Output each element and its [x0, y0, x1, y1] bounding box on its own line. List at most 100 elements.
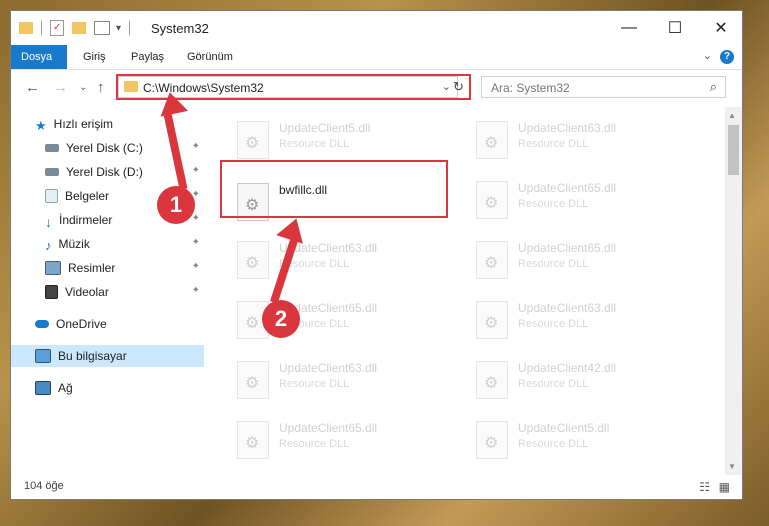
- file-item[interactable]: UpdateClient63.dll Resource DLL: [470, 111, 690, 161]
- sidebar-item-label: Müzik: [58, 237, 90, 251]
- window-title: System32: [151, 21, 209, 36]
- pin-icon[interactable]: ✦: [192, 165, 200, 176]
- minimize-button[interactable]: —: [606, 11, 652, 45]
- video-icon: [45, 285, 58, 299]
- pin-icon[interactable]: ✦: [192, 261, 200, 272]
- file-type: Resource DLL: [279, 138, 350, 150]
- file-item[interactable]: UpdateClient42.dll Resource DLL: [470, 351, 690, 401]
- file-name: UpdateClient42.dll: [518, 361, 617, 375]
- expand-ribbon-icon[interactable]: ⌄: [703, 49, 712, 62]
- drive-icon: [45, 144, 59, 152]
- pin-icon[interactable]: ✦: [192, 213, 200, 224]
- file-name: UpdateClient65.dll: [518, 181, 617, 195]
- sidebar-item-label: Resimler: [68, 261, 116, 275]
- sidebar-item-label: Videolar: [65, 285, 109, 299]
- file-type: Resource DLL: [518, 198, 589, 210]
- pin-icon[interactable]: ✦: [192, 285, 200, 296]
- help-icon[interactable]: ?: [720, 50, 734, 64]
- pictures-icon: [45, 261, 61, 275]
- separator: [41, 21, 42, 35]
- quick-access-toolbar: ✓ ▾: [19, 20, 131, 36]
- file-item[interactable]: UpdateClient5.dll Resource DLL: [231, 111, 451, 161]
- file-item[interactable]: UpdateClient65.dll Resource DLL: [470, 231, 690, 281]
- maximize-button[interactable]: ☐: [652, 11, 698, 45]
- forward-button[interactable]: →: [53, 79, 68, 96]
- search-icon[interactable]: ⌕: [710, 79, 717, 95]
- tab-paylas[interactable]: Paylaş: [121, 45, 174, 69]
- back-button[interactable]: ←: [25, 79, 40, 96]
- scroll-thumb[interactable]: [728, 125, 739, 175]
- dll-file-icon: [476, 121, 508, 159]
- pin-icon[interactable]: ✦: [192, 237, 200, 248]
- file-name: UpdateClient63.dll: [279, 361, 378, 375]
- customize-qa-icon[interactable]: ▾: [116, 23, 121, 34]
- ribbon-tabs: Dosya Giriş Paylaş Görünüm ⌄ ?: [11, 45, 742, 70]
- file-item[interactable]: UpdateClient5.dll Resource DLL: [470, 411, 690, 461]
- sidebar-item-label: Belgeler: [65, 189, 110, 203]
- explorer-window: ✓ ▾ System32 — ☐ ✕ Dosya Giriş Paylaş Gö…: [10, 10, 743, 500]
- file-type: Resource DLL: [518, 438, 589, 450]
- search-input[interactable]: Ara: System32 ⌕: [481, 76, 726, 98]
- new-folder-icon[interactable]: [72, 22, 86, 34]
- music-icon: ♪: [45, 238, 52, 253]
- file-type: Resource DLL: [518, 318, 589, 330]
- recent-locations-button[interactable]: ⌄: [79, 82, 87, 93]
- scroll-down-icon[interactable]: ▼: [728, 462, 736, 471]
- sidebar-item-resimler[interactable]: Resimler ✦: [11, 257, 204, 279]
- status-bar: 104 öğe ☷ ▦: [11, 475, 742, 499]
- dll-file-icon: [476, 181, 508, 219]
- separator: [129, 21, 131, 35]
- sidebar-item-label: OneDrive: [56, 317, 107, 331]
- pin-icon[interactable]: ✦: [192, 141, 200, 152]
- navigation-bar: ← → ⌄ ↑ C:\Windows\System32 ⌄ ↻ Ara: Sys…: [11, 69, 742, 107]
- dll-file-icon: [237, 421, 269, 459]
- dll-file-icon: [237, 121, 269, 159]
- file-item[interactable]: UpdateClient63.dll Resource DLL: [231, 231, 451, 281]
- dll-file-icon: [476, 361, 508, 399]
- vertical-scrollbar[interactable]: ▲ ▼: [725, 107, 742, 475]
- file-item[interactable]: UpdateClient65.dll Resource DLL: [470, 171, 690, 221]
- step-badge-1: 1: [157, 186, 195, 224]
- download-icon: ↓: [45, 214, 52, 230]
- file-item[interactable]: UpdateClient63.dll Resource DLL: [470, 291, 690, 341]
- file-type: Resource DLL: [518, 378, 589, 390]
- sidebar-item-ag[interactable]: Ağ: [11, 377, 204, 399]
- tab-gorunum[interactable]: Görünüm: [177, 45, 243, 69]
- view-menu-icon[interactable]: [94, 21, 110, 35]
- star-icon: ★: [35, 118, 47, 133]
- properties-icon[interactable]: ✓: [50, 20, 64, 36]
- file-highlight-box: [220, 160, 448, 218]
- file-name: UpdateClient63.dll: [518, 301, 617, 315]
- tab-giris[interactable]: Giriş: [73, 45, 116, 69]
- up-button[interactable]: ↑: [97, 79, 105, 96]
- scroll-up-icon[interactable]: ▲: [728, 111, 736, 120]
- dll-file-icon: [237, 241, 269, 279]
- sidebar-item-bu-bilgisayar[interactable]: Bu bilgisayar: [11, 345, 204, 367]
- sidebar-item-label: Yerel Disk (D:): [66, 165, 143, 179]
- title-bar: ✓ ▾ System32 — ☐ ✕: [11, 11, 742, 45]
- details-view-icon[interactable]: ☷: [699, 480, 710, 494]
- dll-file-icon: [476, 241, 508, 279]
- folder-icon[interactable]: [19, 22, 33, 34]
- file-name: UpdateClient5.dll: [279, 121, 371, 135]
- large-icons-view-icon[interactable]: ▦: [719, 480, 730, 494]
- dll-file-icon: [476, 421, 508, 459]
- sidebar-item-label: Ağ: [58, 381, 73, 395]
- cloud-icon: [35, 320, 49, 328]
- file-name: UpdateClient5.dll: [518, 421, 610, 435]
- file-item[interactable]: UpdateClient63.dll Resource DLL: [231, 351, 451, 401]
- sidebar-item-muzik[interactable]: ♪ Müzik ✦: [11, 233, 204, 255]
- file-name: UpdateClient65.dll: [279, 421, 378, 435]
- dll-file-icon: [476, 301, 508, 339]
- file-item[interactable]: UpdateClient65.dll Resource DLL: [231, 411, 451, 461]
- drive-icon: [45, 168, 59, 176]
- documents-icon: [45, 189, 58, 203]
- file-type: Resource DLL: [279, 378, 350, 390]
- item-count: 104 öğe: [24, 480, 64, 492]
- close-button[interactable]: ✕: [698, 11, 744, 45]
- sidebar-item-onedrive[interactable]: OneDrive: [11, 313, 204, 335]
- sidebar-item-videolar[interactable]: Videolar ✦: [11, 281, 204, 303]
- sidebar-item-label: Bu bilgisayar: [58, 349, 127, 363]
- tab-dosya[interactable]: Dosya: [11, 45, 67, 69]
- file-type: Resource DLL: [279, 438, 350, 450]
